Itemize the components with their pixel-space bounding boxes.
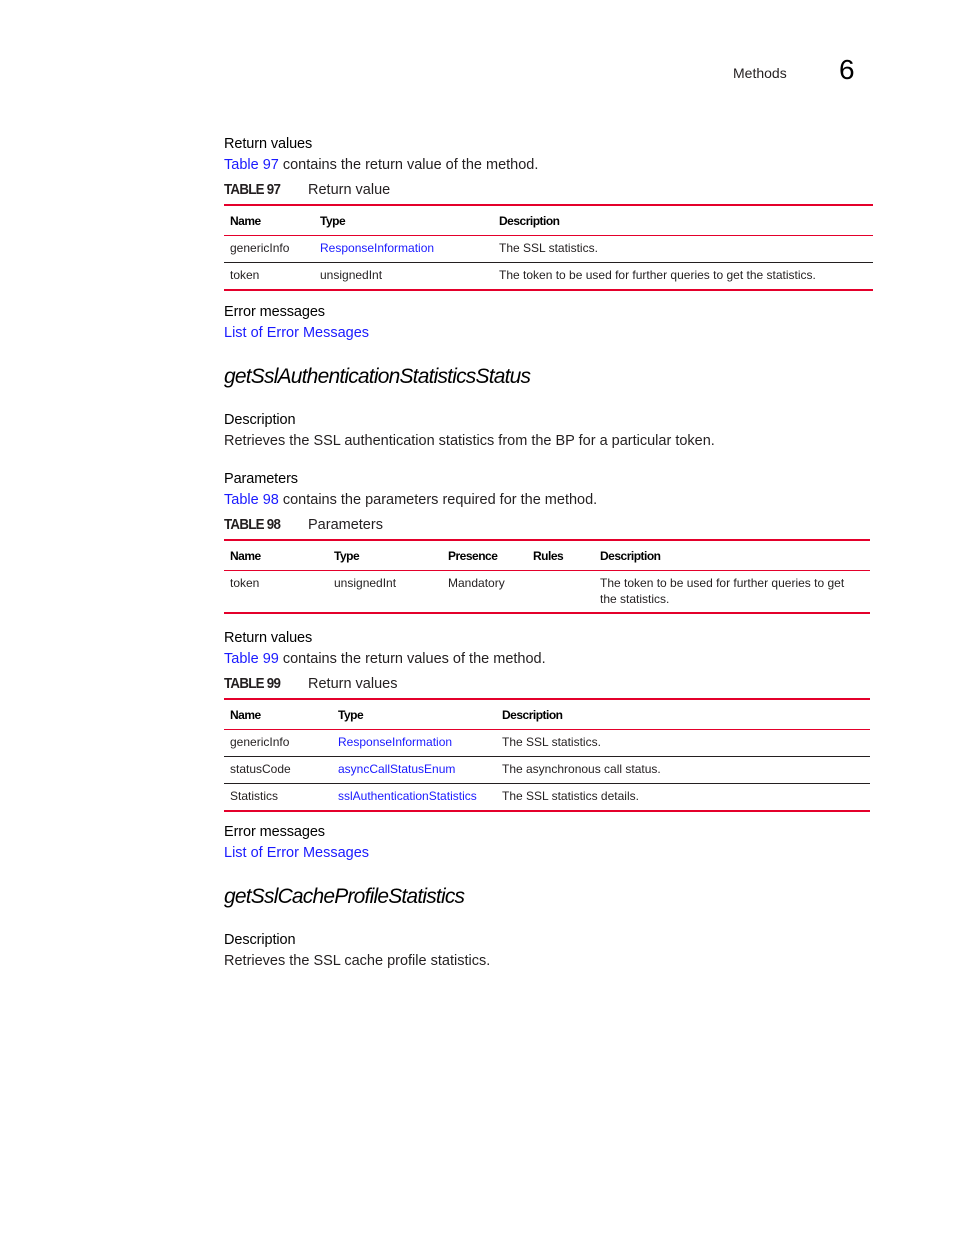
column-header-name: Name [230,213,261,228]
table-header-row: Name Type Description [224,699,870,730]
return-values-heading: Return values [224,136,313,152]
column-header-description: Description [600,548,661,563]
table-98-intro: Table 98 contains the parameters require… [224,492,597,508]
cell-description: The asynchronous call status. [502,762,661,776]
table-98-caption: TABLE 98 Parameters [224,517,383,533]
table-97: Name Type Description genericInfo Respon… [224,204,873,291]
parameters-heading: Parameters [224,471,298,487]
table-99-title: Return values [308,676,398,692]
cell-name: genericInfo [230,241,290,255]
column-header-name: Name [230,707,261,722]
column-header-name: Name [230,548,261,563]
table-99-caption: TABLE 99 Return values [224,676,397,692]
return-values-heading: Return values [224,630,313,646]
column-header-type: Type [320,213,346,228]
error-messages-heading: Error messages [224,824,325,840]
column-header-type: Type [338,707,364,722]
table-row: genericInfo ResponseInformation The SSL … [224,730,870,757]
column-header-description: Description [499,213,560,228]
table-row: token unsignedInt The token to be used f… [224,263,873,290]
table-header-row: Name Type Presence Rules Description [224,540,870,571]
table-98-title: Parameters [308,517,383,533]
cell-name: genericInfo [230,735,290,749]
table-98-link[interactable]: Table 98 [224,492,279,508]
method-title: getSslAuthenticationStatisticsStatus [224,365,531,388]
method-title: getSslCacheProfileStatistics [224,885,465,908]
table-header-row: Name Type Description [224,205,873,236]
cell-name: token [230,268,260,282]
description-text: Retrieves the SSL cache profile statisti… [224,953,491,969]
running-header-section: Methods [733,65,787,81]
table-97-intro-text: contains the return value of the method. [278,157,539,173]
cell-type-link[interactable]: ResponseInformation [320,236,487,256]
column-header-type: Type [334,548,360,563]
error-messages-heading: Error messages [224,304,325,320]
error-messages-link[interactable]: List of Error Messages [224,325,369,341]
cell-type-link[interactable]: sslAuthenticationStatistics [338,784,490,804]
cell-presence: Mandatory [448,576,505,590]
cell-name: token [230,576,260,590]
description-text: Retrieves the SSL authentication statist… [224,433,715,449]
table-97-number: TABLE 97 [224,182,281,198]
cell-name: Statistics [230,789,279,803]
table-99-intro-text: contains the return values of the method… [278,651,546,667]
table-row: token unsignedInt Mandatory The token to… [224,571,870,613]
cell-type: unsignedInt [320,268,383,282]
table-99: Name Type Description genericInfo Respon… [224,698,870,812]
description-heading: Description [224,412,296,428]
chapter-number: 6 [839,54,855,85]
cell-description: The token to be used for further queries… [499,268,816,282]
table-97-intro: Table 97 contains the return value of th… [224,157,538,173]
cell-name: statusCode [230,762,291,776]
table-97-caption: TABLE 97 Return value [224,182,390,198]
cell-type-link[interactable]: asyncCallStatusEnum [338,757,490,777]
table-99-intro: Table 99 contains the return values of t… [224,651,546,667]
column-header-presence: Presence [448,548,498,563]
table-row: genericInfo ResponseInformation The SSL … [224,236,873,263]
table-row: statusCode asyncCallStatusEnum The async… [224,757,870,784]
table-98: Name Type Presence Rules Description tok… [224,539,870,614]
table-98-number: TABLE 98 [224,517,281,533]
cell-description: The SSL statistics details. [502,789,639,803]
cell-rules [533,571,588,575]
cell-description: The token to be used for further queries… [600,576,845,606]
table-97-link[interactable]: Table 97 [224,157,279,173]
table-97-title: Return value [308,182,391,198]
cell-description: The SSL statistics. [502,735,601,749]
table-99-link[interactable]: Table 99 [224,651,279,667]
table-99-number: TABLE 99 [224,676,281,692]
cell-type: unsignedInt [334,576,397,590]
cell-type-link[interactable]: ResponseInformation [338,730,490,750]
error-messages-link[interactable]: List of Error Messages [224,845,369,861]
column-header-rules: Rules [533,548,564,563]
description-heading: Description [224,932,296,948]
table-98-intro-text: contains the parameters required for the… [278,492,598,508]
table-row: Statistics sslAuthenticationStatistics T… [224,784,870,811]
column-header-description: Description [502,707,563,722]
cell-description: The SSL statistics. [499,241,598,255]
